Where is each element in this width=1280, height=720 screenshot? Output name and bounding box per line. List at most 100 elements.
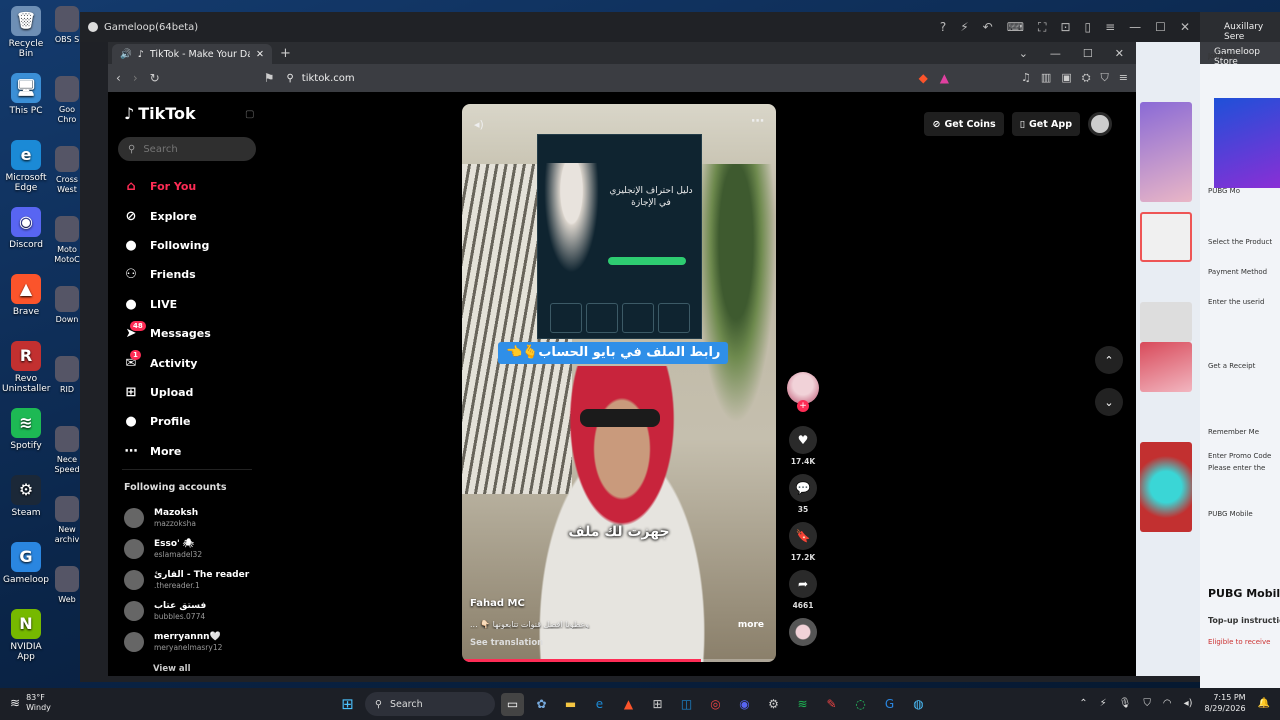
tab-list-chevron-icon[interactable]: ⌄	[1019, 47, 1028, 60]
desktop-icon[interactable]: G Gameloop	[2, 542, 50, 585]
sidebar-item-more[interactable]: ⋯ More	[122, 437, 262, 466]
new-tab-button[interactable]: +	[280, 44, 291, 64]
address-bar[interactable]: ⚲ tiktok.com	[286, 68, 906, 88]
brave-icon[interactable]: ▲	[617, 693, 640, 716]
tray-mic-icon[interactable]: 🎙	[1119, 698, 1132, 709]
media-icon[interactable]: ♫	[1021, 71, 1031, 85]
panel-icon[interactable]: ▯	[1085, 20, 1092, 34]
sidebar-item-explore[interactable]: ⊘ Explore	[122, 201, 262, 230]
video-author[interactable]: Fahad MC	[470, 598, 525, 609]
sidebar-item-following[interactable]: ● Following	[122, 231, 262, 260]
screenshot-icon[interactable]: ⊡	[1060, 20, 1070, 34]
desktop-icon[interactable]: ⚙ Steam	[2, 475, 50, 518]
comment-icon[interactable]: 💬	[789, 474, 817, 502]
profile-avatar[interactable]	[1088, 112, 1112, 136]
desktop-icon[interactable]: R Revo Uninstaller	[2, 341, 50, 394]
bookmark-icon[interactable]: 🔖	[789, 522, 817, 550]
video-player[interactable]: دليل احتراف الإنجليزي في الإجازة رابط ال…	[462, 104, 776, 662]
undo-icon[interactable]: ↶	[983, 20, 993, 34]
start-windows-icon[interactable]: ⊞	[336, 693, 359, 716]
desktop-icon[interactable]: OBS S	[52, 6, 82, 45]
sidebar-item-upload[interactable]: ⊞ Upload	[122, 378, 262, 407]
follow-plus-icon[interactable]: +	[797, 400, 809, 412]
sidebar-item-activity[interactable]: ✉ 1 Activity	[122, 348, 262, 377]
sidebar-item-for-you[interactable]: ⌂ For You	[122, 172, 262, 201]
brave-shield-icon[interactable]: ◆	[919, 71, 928, 85]
keyboard-icon[interactable]: ⌨	[1007, 20, 1024, 34]
sidebar-item-live[interactable]: ● LIVE	[122, 290, 262, 319]
sidebar-toggle-icon[interactable]: ▥	[1041, 71, 1051, 85]
help-icon[interactable]: ?	[940, 20, 946, 34]
music-disc-icon[interactable]	[789, 618, 817, 646]
gameloop-icon[interactable]: G	[878, 693, 901, 716]
like-action[interactable]: ♥ 17.4K	[786, 426, 820, 466]
copilot-icon[interactable]: ✿	[530, 693, 553, 716]
reload-icon[interactable]: ↻	[150, 71, 160, 85]
browser-minimize-icon[interactable]: —	[1050, 47, 1061, 60]
mute-icon[interactable]: ◂)	[474, 118, 484, 131]
following-account[interactable]: merryannn🤍 meryanelmasry12	[124, 626, 264, 657]
sidebar-item-friends[interactable]: ⚇ Friends	[122, 260, 262, 289]
following-account[interactable]: القارئ - The reader .thereader.1	[124, 564, 264, 595]
following-account[interactable]: Esso' 🕷 eslamadel32	[124, 533, 264, 564]
collapse-sidebar-icon[interactable]: ▢	[245, 109, 254, 120]
notifications-bell-icon[interactable]: 🔔	[1258, 698, 1270, 709]
previous-video-chevron-up-icon[interactable]: ⌃	[1095, 346, 1123, 374]
site-info-icon[interactable]: ⚲	[286, 73, 293, 84]
steam-icon[interactable]: ⚙	[762, 693, 785, 716]
share-icon[interactable]: ➦	[789, 570, 817, 598]
speaker-icon[interactable]: 🔊	[120, 49, 132, 60]
weather-widget[interactable]: ≋ 83°F Windy	[10, 693, 51, 713]
desktop-icon[interactable]: Nece Speed	[52, 426, 82, 475]
get-app-button[interactable]: ▯ Get App	[1011, 112, 1080, 136]
tab-tiktok[interactable]: 🔊 ♪ TikTok - Make Your Day ✕	[112, 44, 272, 64]
discord-icon[interactable]: ◉	[733, 693, 756, 716]
minimize-icon[interactable]: —	[1129, 20, 1141, 34]
sidebar-item-messages[interactable]: ➤ 48 Messages	[122, 319, 262, 348]
outlook-icon[interactable]: ◫	[675, 693, 698, 716]
desktop-icon[interactable]: 🖥 This PC	[2, 73, 50, 116]
back-icon[interactable]: ‹	[116, 71, 121, 85]
clock[interactable]: 7:15 PM 8/29/2026	[1205, 692, 1246, 714]
desktop-icon[interactable]: ▲ Brave	[2, 274, 50, 317]
vpn-icon[interactable]: ⛉	[1101, 71, 1109, 85]
creator-avatar[interactable]: +	[787, 372, 819, 412]
task-view-icon[interactable]: ▭	[501, 692, 524, 716]
wallet-icon[interactable]: ▣	[1061, 71, 1071, 85]
close-icon[interactable]: ✕	[1180, 20, 1190, 34]
brave-rewards-icon[interactable]: ▲	[940, 71, 949, 85]
browser-menu-icon[interactable]: ≡	[1119, 71, 1128, 85]
menu-icon[interactable]: ≡	[1105, 20, 1115, 34]
desktop-icon[interactable]: Goo Chro	[52, 76, 82, 125]
search-box[interactable]: ⚲	[118, 137, 256, 161]
file-explorer-icon[interactable]: ▬	[559, 693, 582, 716]
tab-close-icon[interactable]: ✕	[256, 49, 264, 60]
following-account[interactable]: Mazoksh mazzoksha	[124, 502, 264, 533]
tray-network-icon[interactable]: ⚡	[1100, 698, 1107, 709]
description-more-link[interactable]: more	[738, 620, 764, 630]
desktop-icon[interactable]: New archiv	[52, 496, 82, 545]
desktop-icon[interactable]: ◉ Discord	[2, 207, 50, 250]
tray-security-icon[interactable]: ⛉	[1143, 698, 1151, 709]
lightning-icon[interactable]: ⚡	[960, 20, 968, 34]
share-action[interactable]: ➦ 4661	[786, 570, 820, 610]
sidebar-item-profile[interactable]: ● Profile	[122, 407, 262, 436]
browser-close-icon[interactable]: ✕	[1115, 47, 1124, 60]
following-account[interactable]: فستق عتاب bubbles.0774	[124, 595, 264, 626]
get-coins-button[interactable]: ⊘ Get Coins	[924, 112, 1004, 136]
tray-chevron-up-icon[interactable]: ⌃	[1079, 698, 1087, 709]
tray-volume-icon[interactable]: ◂)	[1184, 698, 1193, 709]
view-all-link[interactable]: View all	[153, 664, 190, 674]
maximize-icon[interactable]: ☐	[1155, 20, 1166, 34]
whatsapp-icon[interactable]: ◌	[849, 693, 872, 716]
desktop-icon[interactable]: e Microsoft Edge	[2, 140, 50, 193]
desktop-icon[interactable]: N NVIDIA App	[2, 609, 50, 662]
desktop-icon[interactable]: Down	[52, 286, 82, 325]
tray-wifi-icon[interactable]: ◠	[1163, 698, 1172, 709]
desktop-icon[interactable]: Web	[52, 566, 82, 605]
extensions-icon[interactable]: ⛭	[1082, 71, 1091, 85]
taskbar-search[interactable]: ⚲ Search	[365, 692, 495, 716]
search-input[interactable]	[143, 143, 234, 155]
tiktok-logo[interactable]: ♪ TikTok	[124, 104, 196, 123]
comment-action[interactable]: 💬 35	[786, 474, 820, 514]
